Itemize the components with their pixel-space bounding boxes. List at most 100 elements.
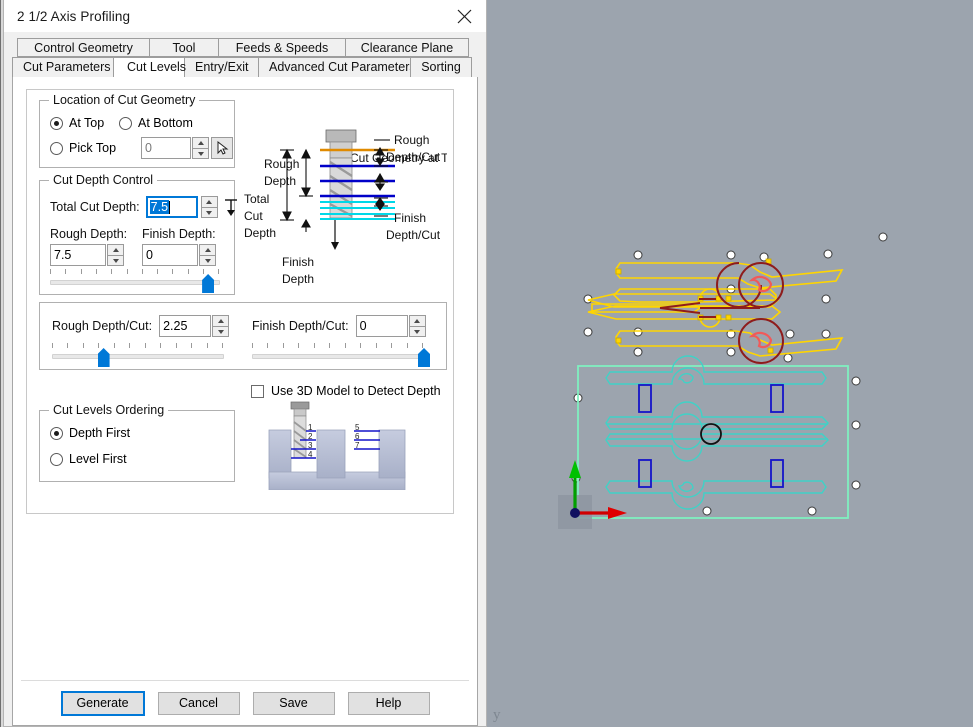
total-cut-depth-row: Total Cut Depth: 7.5 xyxy=(50,196,242,218)
cut-depth-diagram: Cut Geometry at Top Rough Depth Total Cu… xyxy=(242,98,461,296)
rough-depth-cut-input[interactable]: 2.25 xyxy=(159,315,212,337)
ordering-level-7: 7 xyxy=(355,441,360,450)
finish-depth-cut-row: Finish Depth/Cut: 0 xyxy=(252,315,426,337)
tab-tool[interactable]: Tool xyxy=(149,38,219,57)
rough-depth-cut-slider-thumb[interactable] xyxy=(97,348,110,367)
use-3d-model-label: Use 3D Model to Detect Depth xyxy=(271,384,441,398)
ordering-tool-holder xyxy=(290,401,310,410)
finish-depth-cut-input[interactable]: 0 xyxy=(355,315,408,337)
location-group-legend: Location of Cut Geometry xyxy=(49,93,200,107)
radio-pick-top[interactable]: Pick Top xyxy=(50,141,116,155)
cut-depth-slider-thumb[interactable] xyxy=(202,274,215,293)
tab-cut-parameters[interactable]: Cut Parameters xyxy=(12,57,114,77)
save-button[interactable]: Save xyxy=(252,691,335,715)
finish-depth-cut-spinner[interactable] xyxy=(408,315,426,337)
endmill-tool-icon xyxy=(325,129,357,219)
label-rough-depth-l2: Depth xyxy=(264,174,296,188)
pick-top-spinner[interactable] xyxy=(192,137,209,159)
tab-clearance-plane[interactable]: Clearance Plane xyxy=(345,38,469,57)
ordering-level-5: 5 xyxy=(355,423,360,432)
total-cut-depth-label: Total Cut Depth: xyxy=(50,200,140,214)
label-total-l1: Total xyxy=(244,192,269,206)
cut-depth-group-legend: Cut Depth Control xyxy=(49,173,158,187)
tab-control-geometry[interactable]: Control Geometry xyxy=(17,38,150,57)
finish-depth-cut-slider-thumb[interactable] xyxy=(418,348,430,367)
label-rough-cut-l1: Rough xyxy=(394,133,429,147)
help-button[interactable]: Help xyxy=(347,691,430,715)
pick-top-controls: 0 xyxy=(141,137,233,159)
cancel-button[interactable]: Cancel xyxy=(157,691,240,715)
finish-depth-cut-spinner-up[interactable] xyxy=(408,315,426,326)
close-icon[interactable] xyxy=(442,0,486,32)
depth-per-cut-group: Rough Depth/Cut: 2.25 Finish Depth/Cut: … xyxy=(39,302,447,370)
radio-pick-top-label: Pick Top xyxy=(69,141,117,155)
rough-depth-cut-label: Rough Depth/Cut: xyxy=(52,319,153,333)
total-cut-depth-input[interactable]: 7.5 xyxy=(145,196,198,218)
cut-depth-control-group: Cut Depth Control Total Cut Depth: 7.5 R… xyxy=(39,173,237,295)
cut-depth-slider-ticks xyxy=(50,269,220,275)
label-total-l3: Depth xyxy=(244,226,276,240)
tab-row-2: Cut Parameters Cut Levels Entry/Exit Adv… xyxy=(12,57,478,77)
label-rough-cut-l2: Depth/Cut xyxy=(386,150,441,164)
rough-depth-cut-spinner-down[interactable] xyxy=(212,326,230,337)
dialog-titlebar: 2 1/2 Axis Profiling xyxy=(4,0,486,32)
cut-depth-slider-track xyxy=(50,280,220,285)
profiling-dialog: 2 1/2 Axis Profiling Control Geometry To… xyxy=(3,0,487,727)
radio-level-first-label: Level First xyxy=(69,452,127,466)
tab-cut-levels[interactable]: Cut Levels xyxy=(113,57,186,77)
finish-depth-cut-label: Finish Depth/Cut: xyxy=(252,319,349,333)
ordering-level-1: 1 xyxy=(308,423,313,432)
radio-level-first[interactable]: Level First xyxy=(50,452,127,466)
pick-top-spinner-down[interactable] xyxy=(192,148,209,159)
tab-strip: Control Geometry Tool Feeds & Speeds Cle… xyxy=(4,32,486,77)
tab-entry-exit[interactable]: Entry/Exit xyxy=(184,57,259,77)
measure-depth-icon[interactable] xyxy=(220,196,242,218)
origin-point xyxy=(570,508,580,518)
finish-depth-spinner-down[interactable] xyxy=(199,255,216,266)
rough-depth-spinner-down[interactable] xyxy=(107,255,124,266)
cursor-arrow-icon[interactable] xyxy=(211,137,233,159)
radio-at-top-dot xyxy=(50,116,63,130)
pick-top-spinner-up[interactable] xyxy=(192,137,209,148)
axis-y-label: y xyxy=(493,707,501,723)
total-cut-depth-spinner[interactable] xyxy=(200,196,218,218)
generate-button[interactable]: Generate xyxy=(60,690,145,716)
finish-depth-spinner-up[interactable] xyxy=(199,244,216,255)
finish-depth-cut-slider[interactable] xyxy=(252,343,430,367)
pick-top-input[interactable]: 0 xyxy=(141,137,191,159)
dialog-title: 2 1/2 Axis Profiling xyxy=(17,8,131,24)
rough-depth-input[interactable]: 7.5 xyxy=(50,244,106,266)
tab-sorting[interactable]: Sorting xyxy=(410,57,472,77)
finish-depth-cut-spinner-down[interactable] xyxy=(408,326,426,337)
total-cut-depth-spinner-down[interactable] xyxy=(200,207,218,218)
cut-levels-panel: Location of Cut Geometry At Top At Botto… xyxy=(26,89,461,514)
total-cut-depth-spinner-up[interactable] xyxy=(200,196,218,207)
rough-depth-cut-slider[interactable] xyxy=(52,343,224,367)
radio-pick-top-dot xyxy=(50,141,63,155)
finish-depth-spinner[interactable] xyxy=(199,244,216,266)
finish-depth-cut-slider-track xyxy=(252,354,424,359)
radio-at-bottom[interactable]: At Bottom xyxy=(119,116,193,130)
dim-rough-depth xyxy=(299,148,313,198)
label-rough-depth-l1: Rough xyxy=(264,157,299,171)
radio-at-top[interactable]: At Top xyxy=(50,116,104,130)
finish-depth-field: 0 xyxy=(142,244,216,266)
ordering-level-numbers-left: 1 2 3 4 xyxy=(308,423,313,459)
rough-depth-cut-spinner[interactable] xyxy=(212,315,230,337)
location-of-cut-geometry-group: Location of Cut Geometry At Top At Botto… xyxy=(39,93,235,168)
radio-at-bottom-dot xyxy=(119,116,132,130)
tab-row-1: Control Geometry Tool Feeds & Speeds Cle… xyxy=(17,38,478,57)
label-finish-cut-l1: Finish xyxy=(394,211,426,225)
rough-depth-spinner-up[interactable] xyxy=(107,244,124,255)
radio-depth-first[interactable]: Depth First xyxy=(50,426,130,440)
cut-depth-slider[interactable] xyxy=(50,269,220,293)
app-root: y 2 1/2 Axis Profiling Control Geometry … xyxy=(0,0,973,727)
rough-depth-spinner[interactable] xyxy=(107,244,124,266)
tab-feeds-speeds[interactable]: Feeds & Speeds xyxy=(218,38,346,57)
radio-depth-first-label: Depth First xyxy=(69,426,131,440)
finish-depth-input[interactable]: 0 xyxy=(142,244,198,266)
tab-advanced-cut-parameters[interactable]: Advanced Cut Parameters xyxy=(258,57,416,77)
label-finish-depth-l2: Depth xyxy=(282,272,314,286)
rough-depth-cut-spinner-up[interactable] xyxy=(212,315,230,326)
use-3d-model-checkbox[interactable]: Use 3D Model to Detect Depth xyxy=(251,384,441,398)
